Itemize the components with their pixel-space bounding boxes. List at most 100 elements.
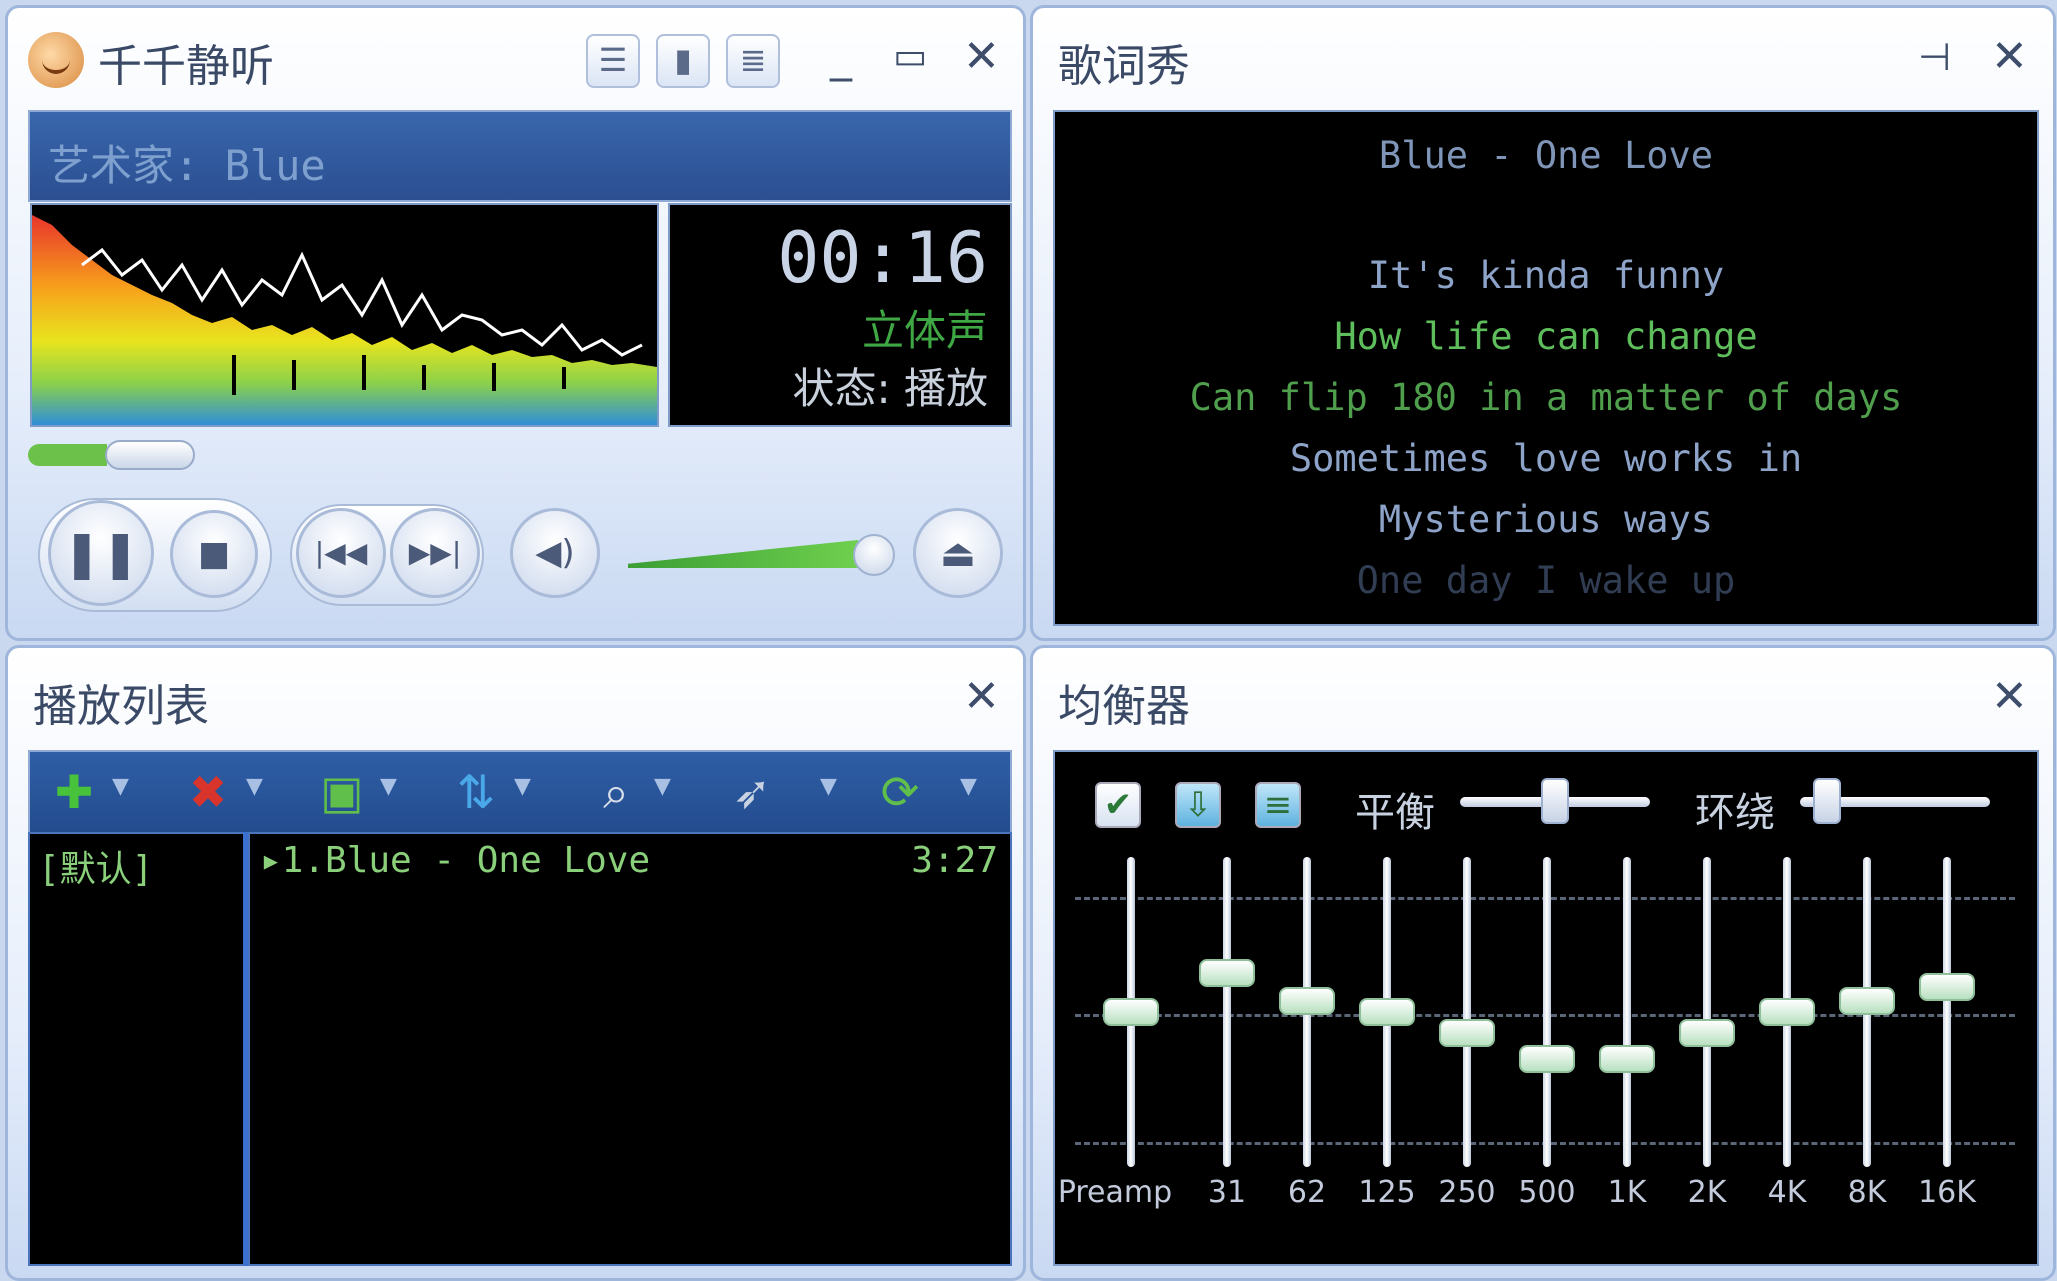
lyrics-song-heading: Blue - One Love <box>1055 134 2037 177</box>
lyrics-toggle-button[interactable]: ☰ <box>586 34 640 88</box>
eq-band-slider[interactable] <box>1677 857 1737 1167</box>
seek-thumb[interactable] <box>105 440 195 470</box>
equalizer-close-icon[interactable]: ✕ <box>1991 672 2028 722</box>
eq-band-track <box>1943 857 1951 1167</box>
lyric-line: Can flip 180 in a matter of days <box>1055 376 2037 419</box>
lyrics-titlebar[interactable]: 歌词秀 ⊣ ✕ <box>1033 8 2053 108</box>
eq-band-label: 62 <box>1267 1175 1347 1210</box>
eq-band-slider[interactable] <box>1597 857 1657 1167</box>
eq-band-slider[interactable] <box>1277 857 1337 1167</box>
artist-label: 艺术家: Blue <box>48 132 326 193</box>
eq-band-knob[interactable] <box>1679 1019 1735 1047</box>
playlist-groups-panel: [默认] <box>28 832 247 1266</box>
playlist-close-icon[interactable]: ✕ <box>963 672 1000 722</box>
previous-track-button[interactable]: |◀◀ <box>296 508 386 598</box>
pin-icon[interactable]: ⊣ <box>1918 32 1951 82</box>
eq-band-slider[interactable] <box>1517 857 1577 1167</box>
delete-dropdown-icon[interactable]: ▼ <box>246 774 263 799</box>
eq-band-knob[interactable] <box>1839 987 1895 1015</box>
eq-band-knob[interactable] <box>1199 959 1255 987</box>
next-track-button[interactable]: ▶▶| <box>390 508 480 598</box>
stop-button[interactable]: ■ <box>170 510 258 598</box>
spectrum-graph <box>32 205 657 425</box>
equalizer-titlebar[interactable]: 均衡器 ✕ <box>1033 648 2053 748</box>
mode-dropdown-icon[interactable]: ▼ <box>960 774 977 799</box>
time-display-panel: 00:16 立体声 状态: 播放 <box>668 203 1012 427</box>
add-icon[interactable]: ✚ <box>44 762 104 822</box>
eq-band-label: 500 <box>1507 1175 1587 1210</box>
eq-band-track <box>1703 857 1711 1167</box>
equalizer-panel: ✔ ⇩ ≡ 平衡 环绕 Preamp31621252505001K2K4K8K1… <box>1053 750 2039 1266</box>
eq-band-track <box>1623 857 1631 1167</box>
eq-band-label: 31 <box>1187 1175 1267 1210</box>
eq-band-knob[interactable] <box>1519 1045 1575 1073</box>
eq-preset-icon[interactable]: ⇩ <box>1175 782 1221 828</box>
eq-band-slider[interactable] <box>1197 857 1257 1167</box>
eq-band-knob[interactable] <box>1103 998 1159 1026</box>
eq-band-knob[interactable] <box>1599 1045 1655 1073</box>
elapsed-time: 00:16 <box>777 217 988 299</box>
lyric-line: It's kinda funny <box>1055 254 2037 297</box>
compact-mode-icon[interactable]: ▭ <box>893 32 927 82</box>
eq-band-knob[interactable] <box>1919 973 1975 1001</box>
volume-slider[interactable] <box>628 540 878 568</box>
eq-band-knob[interactable] <box>1279 987 1335 1015</box>
group-item-default[interactable]: [默认] <box>38 840 153 892</box>
playlist-titlebar[interactable]: 播放列表 ✕ <box>8 648 1023 748</box>
sort-dropdown-icon[interactable]: ▼ <box>514 774 531 799</box>
player-titlebar[interactable]: 千千静听 ☰ ▮ ≣ _ ▭ ✕ <box>8 8 1023 108</box>
eq-band-slider[interactable] <box>1837 857 1897 1167</box>
surround-thumb[interactable] <box>1813 778 1841 824</box>
edit-dropdown-icon[interactable]: ▼ <box>820 774 837 799</box>
add-dropdown-icon[interactable]: ▼ <box>112 774 129 799</box>
search-icon[interactable]: ⌕ <box>586 762 646 822</box>
lyrics-display[interactable]: Blue - One Love It's kinda funnyHow life… <box>1053 110 2039 626</box>
spectrum-visualizer[interactable] <box>30 203 659 427</box>
lyrics-close-icon[interactable]: ✕ <box>1991 32 2028 82</box>
equalizer-window: 均衡器 ✕ ✔ ⇩ ≡ 平衡 环绕 Preamp31621252505001K2… <box>1030 645 2056 1281</box>
player-window: 千千静听 ☰ ▮ ≣ _ ▭ ✕ 艺术家: Blue <box>5 5 1026 641</box>
eject-open-file-button[interactable]: ⏏ <box>913 508 1003 598</box>
eq-band-label: 125 <box>1347 1175 1427 1210</box>
minimize-icon[interactable]: _ <box>830 32 852 82</box>
pause-button[interactable]: ❚❚ <box>48 500 154 606</box>
mute-speaker-icon[interactable]: ◀) <box>510 508 600 598</box>
eq-band-label: 16K <box>1907 1175 1987 1210</box>
playlist-toolbar: ✚ ▼ ✖ ▼ ▣ ▼ ⇅ ▼ ⌕ ▼ ➶ ▼ ⟳ ▼ <box>28 750 1012 834</box>
eq-band-slider[interactable] <box>1437 857 1497 1167</box>
eq-band-label: 250 <box>1427 1175 1507 1210</box>
play-status: 状态: 播放 <box>792 355 988 416</box>
eq-band-slider[interactable] <box>1757 857 1817 1167</box>
search-dropdown-icon[interactable]: ▼ <box>654 774 671 799</box>
eq-band-track <box>1543 857 1551 1167</box>
lyric-line: Mysterious ways <box>1055 498 2037 541</box>
eq-band-label: 1K <box>1587 1175 1667 1210</box>
sort-arrow-icon[interactable]: ⇅ <box>446 762 506 822</box>
playlist-toggle-button[interactable]: ≣ <box>726 34 780 88</box>
balance-label: 平衡 <box>1355 780 1435 838</box>
eq-reset-icon[interactable]: ≡ <box>1255 782 1301 828</box>
eq-band-slider[interactable] <box>1357 857 1417 1167</box>
playlist-tracks-panel: ▸1.Blue - One Love 3:27 <box>248 832 1012 1266</box>
equalizer-title: 均衡器 <box>1058 670 1190 734</box>
close-icon[interactable]: ✕ <box>963 32 1000 82</box>
seek-bar[interactable] <box>28 440 1018 470</box>
delete-icon[interactable]: ✖ <box>178 762 238 822</box>
list-file-icon[interactable]: ▣ <box>312 762 372 822</box>
equalizer-toggle-button[interactable]: ▮ <box>656 34 710 88</box>
eq-band-slider[interactable] <box>1917 857 1977 1167</box>
lyric-line: One day I wake up <box>1055 559 2037 602</box>
list-dropdown-icon[interactable]: ▼ <box>380 774 397 799</box>
eq-enable-checkbox[interactable]: ✔ <box>1095 782 1141 828</box>
eq-band-slider[interactable] <box>1101 857 1161 1167</box>
eq-band-knob[interactable] <box>1759 998 1815 1026</box>
eq-band-knob[interactable] <box>1439 1019 1495 1047</box>
balance-thumb[interactable] <box>1541 778 1569 824</box>
eq-band-label: 8K <box>1827 1175 1907 1210</box>
edit-cursor-icon[interactable]: ➶ <box>722 762 782 822</box>
track-title: ▸1.Blue - One Love <box>260 840 650 881</box>
refresh-mode-icon[interactable]: ⟳ <box>870 762 930 822</box>
eq-band-knob[interactable] <box>1359 998 1415 1026</box>
surround-label: 环绕 <box>1695 780 1775 838</box>
volume-thumb[interactable] <box>853 534 895 576</box>
